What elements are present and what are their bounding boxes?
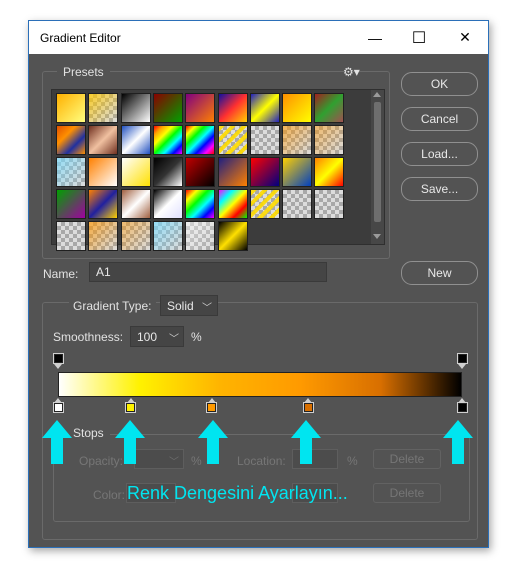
preset-swatch[interactable] bbox=[88, 157, 119, 187]
color-stop[interactable] bbox=[302, 402, 314, 413]
opacity-stop[interactable] bbox=[52, 353, 64, 364]
gradient-type-label: Gradient Type: bbox=[69, 299, 156, 313]
scroll-down-icon[interactable] bbox=[373, 234, 381, 239]
smoothness-unit: % bbox=[191, 330, 202, 344]
preset-swatch[interactable] bbox=[185, 189, 216, 219]
presets-label: Presets bbox=[57, 65, 110, 79]
color-stop[interactable] bbox=[456, 402, 468, 413]
preset-swatch[interactable] bbox=[120, 93, 151, 123]
preset-swatch[interactable] bbox=[152, 189, 183, 219]
opacity-location-label: Location: bbox=[237, 454, 286, 468]
gradient-type-value: Solid bbox=[167, 298, 194, 313]
preset-swatch[interactable] bbox=[56, 125, 86, 155]
opacity-stop-pointer[interactable] bbox=[54, 364, 62, 369]
window-title: Gradient Editor bbox=[40, 31, 121, 45]
name-label: Name: bbox=[43, 267, 79, 281]
opacity-stop-pointer[interactable] bbox=[458, 364, 466, 369]
scroll-thumb[interactable] bbox=[374, 102, 381, 222]
preset-swatch[interactable] bbox=[120, 157, 151, 187]
save-button[interactable]: Save... bbox=[401, 177, 478, 201]
opacity-delete-button[interactable]: Delete bbox=[373, 449, 441, 469]
gradient-type-select[interactable]: Solid ﹀ bbox=[160, 295, 218, 316]
preset-swatch[interactable] bbox=[88, 189, 119, 219]
color-stop[interactable] bbox=[206, 402, 218, 413]
preset-swatch[interactable] bbox=[56, 189, 86, 219]
preset-swatch[interactable] bbox=[282, 157, 313, 187]
smoothness-value: 100 bbox=[137, 329, 158, 344]
smoothness-field[interactable]: 100 ﹀ bbox=[130, 326, 184, 347]
preset-swatch[interactable] bbox=[249, 125, 280, 155]
preset-swatch[interactable] bbox=[120, 125, 151, 155]
color-stop[interactable] bbox=[52, 402, 64, 413]
annotation-arrow-icon bbox=[42, 420, 72, 464]
preset-swatch[interactable] bbox=[185, 125, 216, 155]
preset-swatch[interactable] bbox=[314, 189, 345, 219]
title-bar: Gradient Editor — ☐ ✕ bbox=[29, 21, 488, 54]
preset-swatch[interactable] bbox=[56, 221, 86, 251]
new-button[interactable]: New bbox=[401, 261, 478, 285]
preset-swatch[interactable] bbox=[217, 189, 248, 219]
preset-swatch[interactable] bbox=[282, 93, 313, 123]
annotation-arrow-icon bbox=[443, 420, 473, 464]
preset-swatch[interactable] bbox=[88, 221, 119, 251]
presets-scrollbar[interactable] bbox=[371, 90, 384, 244]
preset-swatch[interactable] bbox=[185, 93, 216, 123]
close-icon[interactable]: ✕ bbox=[445, 21, 485, 54]
color-delete-button[interactable]: Delete bbox=[373, 483, 441, 503]
name-field[interactable]: A1 bbox=[89, 262, 327, 282]
minimize-icon[interactable]: — bbox=[355, 21, 395, 54]
maximize-icon[interactable]: ☐ bbox=[399, 21, 439, 54]
color-label: Color: bbox=[93, 488, 126, 502]
color-stop[interactable] bbox=[125, 402, 137, 413]
preset-swatch[interactable] bbox=[152, 157, 183, 187]
preset-swatch[interactable] bbox=[88, 93, 119, 123]
preset-swatch[interactable] bbox=[217, 221, 248, 251]
load-button[interactable]: Load... bbox=[401, 142, 478, 166]
gear-icon[interactable]: ⚙▾ bbox=[343, 65, 360, 79]
preset-swatch[interactable] bbox=[217, 93, 248, 123]
preset-swatch[interactable] bbox=[282, 125, 313, 155]
preset-swatch[interactable] bbox=[88, 125, 119, 155]
preset-swatch[interactable] bbox=[152, 93, 183, 123]
annotation-arrow-icon bbox=[291, 420, 321, 464]
chevron-down-icon: ﹀ bbox=[169, 334, 179, 345]
annotation-caption: Renk Dengesini Ayarlayın... bbox=[127, 483, 348, 503]
cancel-button[interactable]: Cancel bbox=[401, 107, 478, 131]
annotation-arrow-icon bbox=[198, 420, 228, 464]
smoothness-label: Smoothness: bbox=[53, 330, 124, 344]
preset-swatch[interactable] bbox=[249, 189, 280, 219]
preset-swatch[interactable] bbox=[152, 125, 183, 155]
preset-swatch[interactable] bbox=[217, 157, 248, 187]
annotation-arrow-icon bbox=[115, 420, 145, 464]
preset-swatch[interactable] bbox=[249, 93, 280, 123]
preset-swatch[interactable] bbox=[56, 157, 86, 187]
chevron-down-icon: ﹀ bbox=[169, 457, 179, 468]
preset-swatch[interactable] bbox=[120, 221, 151, 251]
gradient-bar[interactable] bbox=[58, 372, 462, 397]
scroll-up-icon[interactable] bbox=[373, 92, 381, 97]
gradient-editor-window: Gradient Editor — ☐ ✕ Presets ⚙▾ OK Canc… bbox=[28, 20, 489, 548]
chevron-down-icon: ﹀ bbox=[202, 303, 212, 314]
ok-button[interactable]: OK bbox=[401, 72, 478, 96]
preset-swatch[interactable] bbox=[120, 189, 151, 219]
presets-grid[interactable] bbox=[51, 89, 385, 251]
preset-swatch[interactable] bbox=[314, 93, 345, 123]
preset-swatch[interactable] bbox=[152, 221, 183, 251]
preset-swatch[interactable] bbox=[217, 125, 248, 155]
opacity-location-unit: % bbox=[347, 454, 358, 468]
preset-swatch[interactable] bbox=[282, 189, 313, 219]
preset-swatch[interactable] bbox=[314, 125, 345, 155]
opacity-stop[interactable] bbox=[456, 353, 468, 364]
preset-swatch[interactable] bbox=[56, 93, 86, 123]
preset-swatch[interactable] bbox=[185, 221, 216, 251]
preset-swatch[interactable] bbox=[249, 157, 280, 187]
preset-swatch[interactable] bbox=[185, 157, 216, 187]
preset-swatch[interactable] bbox=[314, 157, 345, 187]
